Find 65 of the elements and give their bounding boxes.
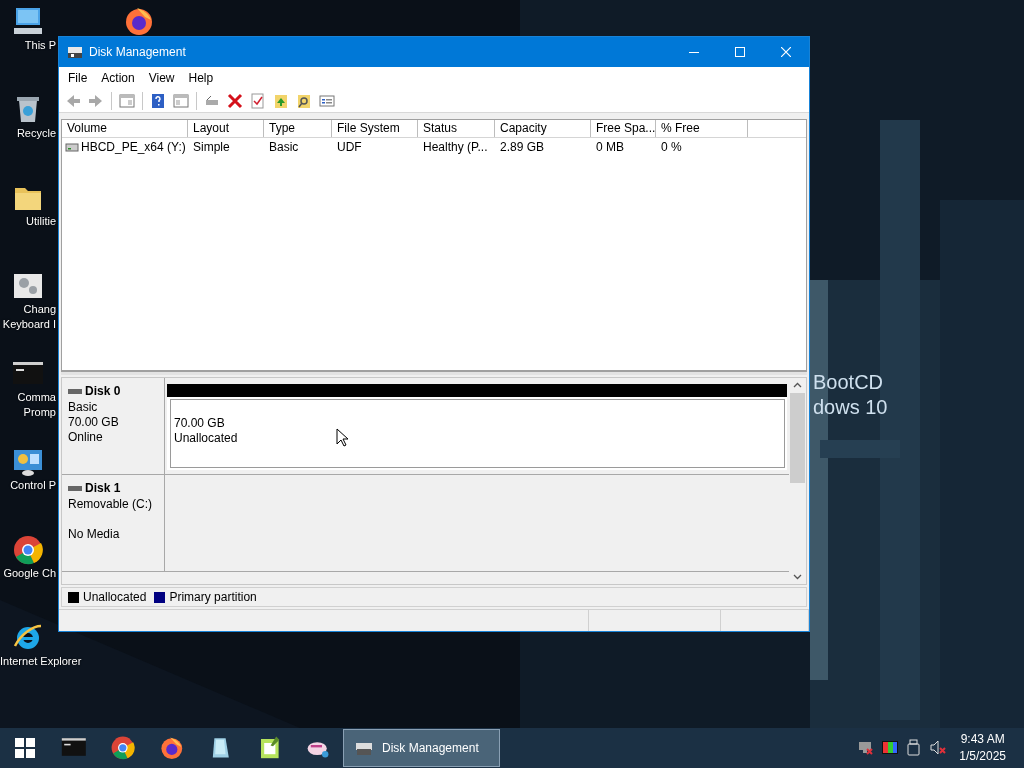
- disk-detail: No Media: [68, 527, 121, 542]
- windows-logo-icon[interactable]: [14, 738, 35, 758]
- column-header[interactable]: % Free: [656, 120, 748, 137]
- column-header[interactable]: Capacity: [495, 120, 591, 137]
- disk-detail: 70.00 GB: [68, 415, 120, 430]
- window-title: Disk Management: [89, 44, 187, 61]
- column-header[interactable]: Layout: [188, 120, 264, 137]
- network-icon[interactable]: [857, 739, 876, 757]
- wallpaper-text: BootCD: [813, 370, 885, 395]
- desktop-icon-label[interactable]: Keyboard I: [2, 317, 56, 332]
- chrome-icon[interactable]: [109, 735, 136, 761]
- menu-item[interactable]: File: [61, 67, 95, 89]
- table-cell[interactable]: 2.89 GB: [495, 138, 591, 156]
- disk-name: Disk 1: [85, 480, 121, 497]
- partition-size: 70.00 GB: [174, 416, 225, 431]
- partition-label: Unallocated: [174, 431, 238, 446]
- clock[interactable]: 9:43 AM 1/5/2025: [959, 731, 1006, 765]
- firefox-icon[interactable]: [123, 5, 155, 37]
- menu-item[interactable]: View: [141, 67, 182, 89]
- column-header[interactable]: Volume: [62, 120, 188, 137]
- menu-item[interactable]: Help: [181, 67, 221, 89]
- menu-item[interactable]: Action: [94, 67, 142, 89]
- scroll-down-icon[interactable]: [793, 572, 802, 581]
- clock-date: 1/5/2025: [959, 748, 1006, 765]
- wallpaper-text: dows 10: [813, 395, 888, 420]
- desktop-icon-label[interactable]: Internet Explorer: [0, 654, 82, 669]
- desktop-icon-label[interactable]: Recycle: [16, 126, 56, 141]
- column-header[interactable]: Status: [418, 120, 495, 137]
- column-header[interactable]: Type: [264, 120, 332, 137]
- desktop-icon-label[interactable]: Google Ch: [3, 566, 56, 581]
- color-icon[interactable]: [881, 739, 900, 757]
- desktop-icon-label[interactable]: Promp: [23, 405, 56, 420]
- table-cell[interactable]: 0 MB: [591, 138, 656, 156]
- desktop-icon-label[interactable]: Chang: [23, 302, 56, 317]
- table-cell[interactable]: Basic: [264, 138, 332, 156]
- table-cell[interactable]: UDF: [332, 138, 418, 156]
- clock-time: 9:43 AM: [959, 731, 1006, 748]
- desktop-icon-label[interactable]: This P: [24, 38, 56, 53]
- table-cell[interactable]: HBCD_PE_x64 (Y:): [81, 138, 186, 156]
- desktop-icon-label[interactable]: Comma: [17, 390, 56, 405]
- desktop-icon-label[interactable]: Control P: [10, 478, 56, 493]
- drive-icon: [65, 140, 79, 154]
- column-header[interactable]: File System: [332, 120, 418, 137]
- partition-block[interactable]: 70.00 GB Unallocated: [167, 384, 787, 470]
- close-icon[interactable]: [781, 47, 791, 57]
- cursor-icon: [336, 428, 348, 447]
- firefox-icon[interactable]: [158, 735, 185, 761]
- disk-name: Disk 0: [85, 383, 121, 400]
- table-cell[interactable]: Simple: [188, 138, 264, 156]
- legend-label: Primary partition: [169, 589, 257, 606]
- table-cell[interactable]: 0 %: [656, 138, 748, 156]
- column-header[interactable]: Free Spa...: [591, 120, 656, 137]
- disk-detail: Online: [68, 430, 104, 445]
- disk-detail: Removable (C:): [68, 497, 154, 512]
- taskbar-window-button[interactable]: Disk Management: [343, 729, 500, 767]
- disk-icon: [67, 44, 83, 60]
- maximize-icon[interactable]: [735, 47, 745, 57]
- disk-detail: Basic: [68, 400, 99, 415]
- chrome-icon[interactable]: [12, 534, 44, 566]
- scroll-up-icon[interactable]: [793, 381, 802, 390]
- table-cell[interactable]: Healthy (P...: [418, 138, 495, 156]
- legend-label: Unallocated: [83, 589, 147, 606]
- scrollbar-thumb[interactable]: [790, 393, 805, 483]
- muted-speaker-icon[interactable]: [929, 739, 948, 757]
- desktop-icon-label[interactable]: Utilitie: [26, 214, 56, 229]
